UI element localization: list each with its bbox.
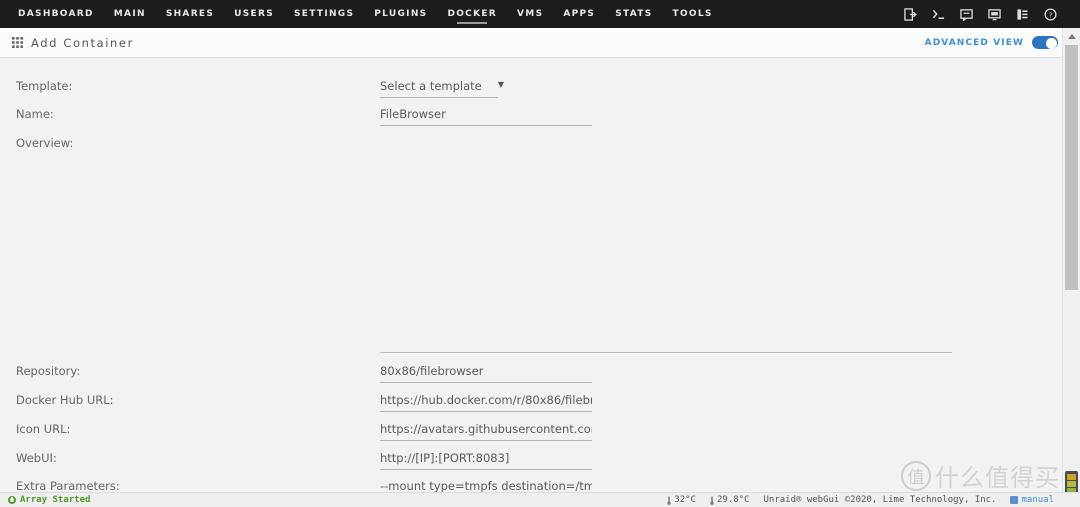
- nav-item-plugins[interactable]: PLUGINS: [364, 0, 437, 28]
- manual-link[interactable]: manual: [1010, 495, 1054, 505]
- name-input[interactable]: FileBrowser: [380, 107, 592, 126]
- nav-item-vms[interactable]: VMS: [507, 0, 553, 28]
- form-row-template: Template: Select a template ▼: [0, 79, 1062, 98]
- footer-right: 32°C 29.8°C Unraid® webGui ©2020, Lime T…: [667, 495, 1080, 505]
- add-container-form: Template: Select a template ▼ Name: File…: [0, 59, 1062, 492]
- docker-hub-url-input-value: https://hub.docker.com/r/80x86/filebrows…: [380, 393, 592, 407]
- chevron-up-icon: [1067, 33, 1076, 39]
- gauge-segment: [1067, 474, 1076, 481]
- temperature-1-value: 32°C: [674, 495, 696, 505]
- docker-hub-url-input[interactable]: https://hub.docker.com/r/80x86/filebrows…: [380, 393, 592, 412]
- docker-hub-url-label: Docker Hub URL:: [16, 393, 114, 407]
- form-row-icon-url: Icon URL: https://avatars.githubusercont…: [0, 422, 1062, 441]
- form-row-repository: Repository: 80x86/filebrowser: [0, 364, 1062, 383]
- repository-input[interactable]: 80x86/filebrowser: [380, 364, 592, 383]
- subheader-left: Add Container: [0, 36, 134, 50]
- scrollbar-thumb[interactable]: [1065, 45, 1078, 290]
- nav-item-list: DASHBOARD MAIN SHARES USERS SETTINGS PLU…: [0, 0, 723, 28]
- manual-link-label: manual: [1021, 495, 1054, 505]
- svg-text:?: ?: [1049, 10, 1053, 19]
- repository-input-value: 80x86/filebrowser: [380, 364, 484, 378]
- nav-item-docker[interactable]: DOCKER: [437, 0, 507, 28]
- template-label: Template:: [16, 79, 73, 93]
- extra-parameters-input[interactable]: --mount type=tmpfs destination=/tmp: [380, 479, 592, 492]
- name-input-value: FileBrowser: [380, 107, 446, 121]
- form-row-docker-hub-url: Docker Hub URL: https://hub.docker.com/r…: [0, 393, 1062, 412]
- nav-item-main[interactable]: MAIN: [104, 0, 156, 28]
- nav-label: TOOLS: [672, 9, 713, 19]
- nav-label: PLUGINS: [374, 9, 428, 19]
- nav-label: USERS: [234, 9, 275, 19]
- icon-url-input[interactable]: https://avatars.githubusercontent.com/u/…: [380, 422, 592, 441]
- logout-icon[interactable]: [903, 7, 918, 22]
- template-select-value: Select a template: [380, 79, 482, 93]
- name-label: Name:: [16, 107, 54, 121]
- toggle-knob: [1045, 37, 1057, 49]
- nav-item-dashboard[interactable]: DASHBOARD: [8, 0, 104, 28]
- nav-item-users[interactable]: USERS: [224, 0, 284, 28]
- extra-parameters-label: Extra Parameters:: [16, 479, 120, 492]
- advanced-view-toggle[interactable]: [1032, 36, 1058, 49]
- array-status-text: Array Started: [20, 495, 91, 505]
- book-icon: [1010, 496, 1019, 504]
- webui-label: WebUI:: [16, 451, 57, 465]
- page-subheader: Add Container ADVANCED VIEW: [0, 28, 1080, 58]
- extra-parameters-input-value: --mount type=tmpfs destination=/tmp: [380, 479, 592, 492]
- page-scrollbar[interactable]: [1062, 28, 1080, 507]
- subheader-right: ADVANCED VIEW: [925, 36, 1080, 49]
- icon-url-input-value: https://avatars.githubusercontent.com/u/…: [380, 422, 592, 436]
- nav-item-settings[interactable]: SETTINGS: [284, 0, 364, 28]
- help-icon[interactable]: ?: [1043, 7, 1058, 22]
- icon-url-label: Icon URL:: [16, 422, 71, 436]
- display-icon[interactable]: [987, 7, 1002, 22]
- template-select[interactable]: Select a template ▼: [380, 79, 504, 98]
- webui-input-value: http://[IP]:[PORT:8083]: [380, 451, 510, 465]
- form-row-webui: WebUI: http://[IP]:[PORT:8083]: [0, 451, 1062, 470]
- nav-item-stats[interactable]: STATS: [605, 0, 662, 28]
- navbar-icon-group: ?: [903, 7, 1080, 22]
- nav-label: VMS: [517, 9, 544, 19]
- nav-label: DASHBOARD: [18, 9, 94, 19]
- overview-label: Overview:: [16, 136, 74, 150]
- nav-label: SETTINGS: [294, 9, 355, 19]
- thermometer-icon: [710, 496, 714, 505]
- temperature-2-value: 29.8°C: [716, 495, 750, 505]
- nav-label: STATS: [615, 9, 653, 19]
- webui-input[interactable]: http://[IP]:[PORT:8083]: [380, 451, 592, 470]
- chevron-down-icon: ▼: [497, 80, 504, 89]
- nav-item-tools[interactable]: TOOLS: [663, 0, 723, 28]
- power-icon: [8, 496, 16, 504]
- repository-label: Repository:: [16, 364, 81, 378]
- nav-item-shares[interactable]: SHARES: [156, 0, 224, 28]
- page-title: Add Container: [31, 35, 134, 50]
- thermometer-icon: [667, 496, 671, 505]
- copyright-text: Unraid® webGui ©2020, Lime Technology, I…: [763, 495, 997, 505]
- nav-label: DOCKER: [447, 9, 498, 19]
- nav-label: APPS: [563, 9, 596, 19]
- form-row-extra-parameters: Extra Parameters: --mount type=tmpfs des…: [0, 479, 1062, 492]
- nav-label: MAIN: [113, 9, 146, 19]
- array-status-group: Array Started: [0, 495, 90, 505]
- advanced-view-label[interactable]: ADVANCED VIEW: [925, 38, 1024, 48]
- archive-icon[interactable]: [1015, 7, 1030, 22]
- form-row-name: Name: FileBrowser: [0, 107, 1062, 126]
- scroll-up-button[interactable]: [1063, 28, 1080, 44]
- form-row-overview: Overview:: [0, 136, 1062, 150]
- chat-icon[interactable]: [959, 7, 974, 22]
- terminal-icon[interactable]: [931, 7, 946, 22]
- gauge-segment: [1067, 481, 1076, 488]
- nav-label: SHARES: [165, 9, 215, 19]
- temperature-1: 32°C: [667, 495, 696, 505]
- nav-item-apps[interactable]: APPS: [553, 0, 605, 28]
- temperature-2: 29.8°C: [710, 495, 750, 505]
- status-bar: Array Started 32°C 29.8°C Unraid® webGui…: [0, 492, 1080, 507]
- overview-textarea[interactable]: [380, 352, 952, 353]
- grid-icon: [12, 37, 23, 48]
- top-navbar: DASHBOARD MAIN SHARES USERS SETTINGS PLU…: [0, 0, 1080, 28]
